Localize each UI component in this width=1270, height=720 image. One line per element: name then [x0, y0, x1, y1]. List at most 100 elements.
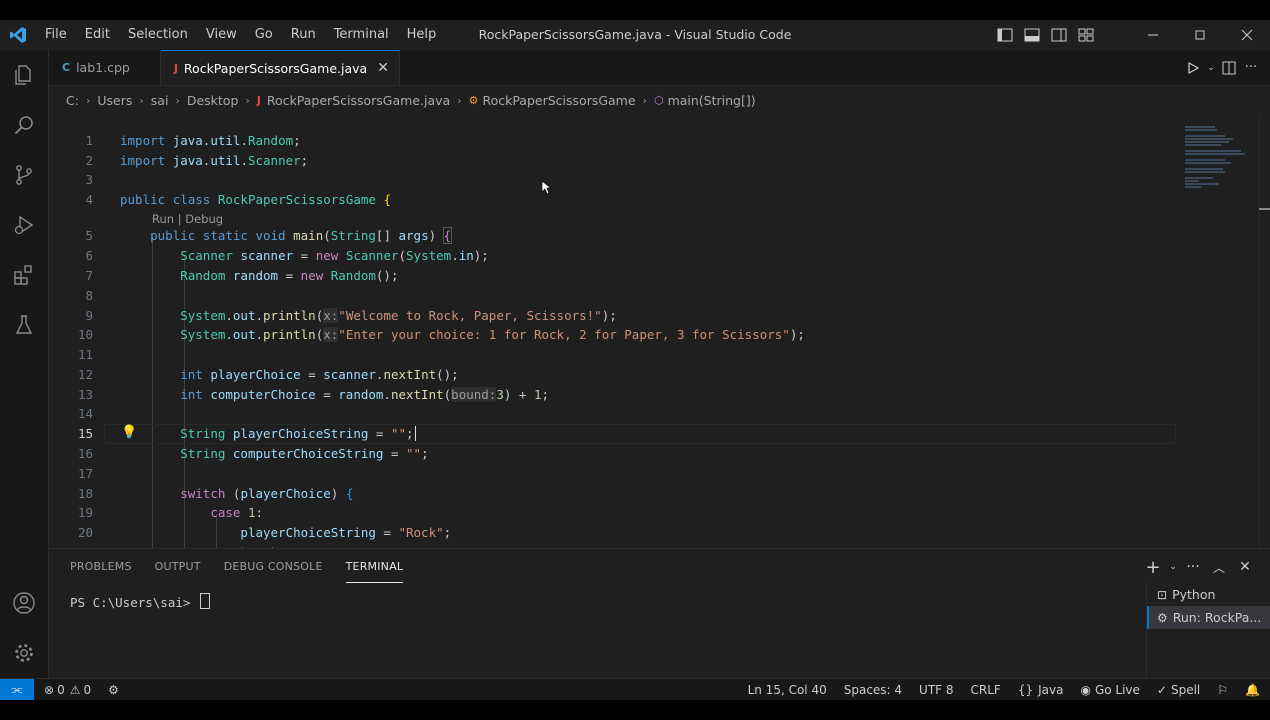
parameter-hint: bound: [451, 387, 497, 402]
breadcrumb-file[interactable]: J RockPaperScissorsGame.java [257, 93, 450, 108]
terminal-icon: ⊡ [1157, 587, 1168, 602]
extensions-icon[interactable] [0, 250, 48, 300]
end-of-line[interactable]: CRLF [971, 683, 1001, 697]
vscode-logo-icon [0, 20, 36, 50]
code-editor[interactable]: 1 import java.util.Random; 2 import java… [49, 114, 1270, 548]
warning-icon: ⚠ [69, 682, 81, 697]
run-code-icon[interactable] [1182, 50, 1204, 85]
menu-run[interactable]: Run [282, 20, 325, 50]
menu-view[interactable]: View [197, 20, 246, 50]
terminal-output[interactable]: PS C:\Users\sai> [70, 593, 210, 610]
split-editor-icon[interactable] [1218, 50, 1240, 85]
spell-label: Spell [1170, 683, 1201, 697]
editor-scrollbar[interactable] [1259, 114, 1270, 548]
line-number: 14 [77, 406, 93, 421]
breadcrumb-sai[interactable]: sai [151, 93, 169, 108]
line-number: 1 [85, 133, 93, 148]
line-number: 17 [77, 466, 93, 481]
run-debug-icon[interactable] [0, 200, 48, 250]
menu-selection[interactable]: Selection [119, 20, 197, 50]
feedback-icon[interactable]: ⚐ [1217, 683, 1228, 697]
close-panel-icon[interactable]: ✕ [1232, 559, 1258, 575]
terminal-cursor [199, 593, 210, 609]
class-symbol-icon: ⚙ [468, 93, 479, 107]
code-text: import java.util.Scanner; [120, 153, 309, 168]
cursor-position[interactable]: Ln 15, Col 40 [748, 683, 827, 697]
terminal-list: ⊡ Python ⚙ Run: RockPa... [1146, 583, 1270, 679]
close-tab-icon[interactable]: ✕ [377, 60, 389, 76]
tab-terminal[interactable]: TERMINAL [345, 552, 404, 583]
code-text: String computerChoiceString = ""; [180, 446, 429, 461]
line-number: 16 [77, 446, 93, 461]
explorer-icon[interactable] [0, 50, 48, 100]
breadcrumb-class[interactable]: ⚙ RockPaperScissorsGame [469, 93, 636, 108]
maximize-panel-chevron-up-icon[interactable]: ︿ [1206, 559, 1232, 576]
remote-window-icon[interactable]: ⫘ [0, 678, 34, 700]
menu-terminal[interactable]: Terminal [325, 20, 398, 50]
breadcrumb-desktop[interactable]: Desktop [187, 93, 239, 108]
indentation[interactable]: Spaces: 4 [844, 683, 902, 697]
toggle-primary-sidebar-icon[interactable] [991, 20, 1018, 50]
code-text: case 1: [210, 505, 264, 520]
testing-icon[interactable] [0, 300, 48, 350]
error-count: 0 [57, 682, 65, 697]
tab-output[interactable]: OUTPUT [155, 549, 201, 585]
tab-rockpaperscissorsgame-java[interactable]: J RockPaperScissorsGame.java ✕ [160, 50, 400, 85]
problems-indicator[interactable]: ⊗ 0 ⚠ 0 [44, 683, 91, 697]
line-number: 2 [85, 153, 93, 168]
menu-file[interactable]: File [36, 20, 76, 50]
toggle-panel-icon[interactable] [1018, 20, 1045, 50]
code-line: 16 String computerChoiceString = ""; [49, 444, 1174, 464]
braces-icon: {} [1017, 683, 1034, 697]
spell-check[interactable]: ✓ Spell [1157, 683, 1200, 697]
new-terminal-plus-icon[interactable]: + [1140, 557, 1166, 578]
restore-icon[interactable] [1176, 20, 1223, 50]
code-line: 20 playerChoiceString = "Rock"; [49, 523, 1174, 543]
line-number: 15 [77, 426, 93, 441]
code-line: 9 System.out.println(x:"Welcome to Rock,… [49, 306, 1174, 326]
toggle-secondary-sidebar-icon[interactable] [1045, 20, 1072, 50]
breadcrumb-method-label: main(String[]) [667, 92, 756, 108]
accounts-icon[interactable] [0, 578, 48, 628]
panel-actions: + ⌄ ··· ︿ ✕ [1140, 549, 1258, 585]
search-icon[interactable] [0, 100, 48, 150]
close-window-icon[interactable] [1223, 20, 1270, 50]
tab-debug-console[interactable]: DEBUG CONSOLE [224, 549, 323, 585]
customize-layout-icon[interactable] [1072, 20, 1099, 50]
notifications-bell-icon[interactable]: 🔔 [1245, 683, 1260, 697]
breadcrumb: C: › Users › sai › Desktop › J RockPaperS… [49, 86, 756, 114]
line-number: 4 [85, 192, 93, 207]
code-text: System.out.println(x:"Enter your choice:… [180, 327, 805, 342]
minimize-icon[interactable] [1129, 20, 1176, 50]
run-dropdown-chevron-icon[interactable]: ⌄ [1204, 50, 1218, 85]
manage-gear-icon[interactable] [0, 628, 48, 678]
breadcrumb-method[interactable]: ⬡ main(String[]) [654, 93, 756, 108]
tab-lab1-cpp[interactable]: C lab1.cpp [49, 50, 161, 85]
line-number: 20 [77, 525, 93, 540]
menu-edit[interactable]: Edit [76, 20, 119, 50]
encoding[interactable]: UTF 8 [919, 683, 953, 697]
breadcrumb-drive[interactable]: C: [66, 93, 79, 108]
minimap[interactable] [1185, 126, 1245, 206]
vscode-window: File Edit Selection View Go Run Terminal… [0, 20, 1270, 700]
menu-go[interactable]: Go [246, 20, 282, 50]
terminal-dropdown-chevron-icon[interactable]: ⌄ [1166, 562, 1180, 572]
terminal-item-run[interactable]: ⚙ Run: RockPa... [1147, 606, 1270, 629]
terminal-item-python[interactable]: ⊡ Python [1147, 583, 1270, 606]
menu-help[interactable]: Help [398, 20, 446, 50]
source-control-icon[interactable] [0, 150, 48, 200]
editor-actions: ⌄ ··· [1182, 50, 1262, 85]
chevron-right-icon: › [457, 93, 462, 107]
codelens-run-debug[interactable]: Run | Debug [152, 212, 223, 227]
chevron-right-icon: › [139, 93, 144, 107]
error-icon: ⊗ [44, 682, 55, 697]
more-actions-icon[interactable]: ··· [1240, 50, 1262, 85]
terminal-item-label: Python [1172, 587, 1216, 602]
more-actions-icon[interactable]: ··· [1180, 559, 1206, 575]
debug-status-icon[interactable]: ⚙ [108, 683, 119, 697]
title-controls [991, 20, 1270, 50]
tab-problems[interactable]: PROBLEMS [70, 549, 132, 585]
go-live-button[interactable]: ◉ Go Live [1080, 683, 1139, 697]
language-mode[interactable]: {} Java [1018, 683, 1064, 697]
breadcrumb-users[interactable]: Users [97, 93, 132, 108]
